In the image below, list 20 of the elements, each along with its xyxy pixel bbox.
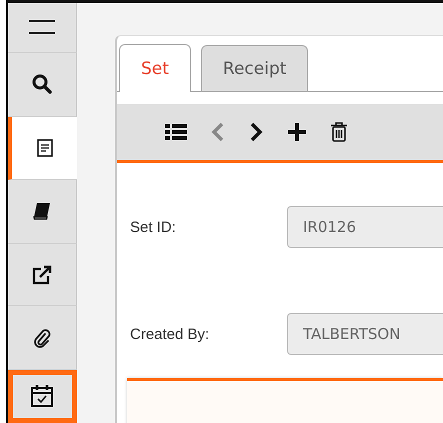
sidebar-item[interactable]: [8, 244, 77, 306]
trash-icon[interactable]: [329, 120, 349, 144]
book-icon: [33, 202, 51, 220]
sidebar-item[interactable]: [8, 180, 77, 244]
field-label: Created By:: [130, 326, 210, 342]
document-icon: [36, 138, 52, 157]
calendar-check-icon: [31, 385, 53, 408]
paperclip-icon: [33, 328, 51, 348]
plus-icon[interactable]: [285, 120, 309, 144]
sidebar-item[interactable]: [8, 52, 77, 118]
menu-icon: [29, 19, 55, 36]
field-label: Set ID:: [130, 218, 177, 236]
tab[interactable]: Receipt: [200, 45, 308, 91]
external-link-icon: [32, 264, 52, 285]
tab[interactable]: Set: [119, 44, 191, 92]
sidebar-item[interactable]: [8, 306, 77, 370]
sidebar-item[interactable]: [8, 370, 77, 423]
list-icon[interactable]: [163, 121, 189, 143]
search-icon: [32, 74, 52, 94]
sidebar-item[interactable]: [8, 3, 77, 53]
